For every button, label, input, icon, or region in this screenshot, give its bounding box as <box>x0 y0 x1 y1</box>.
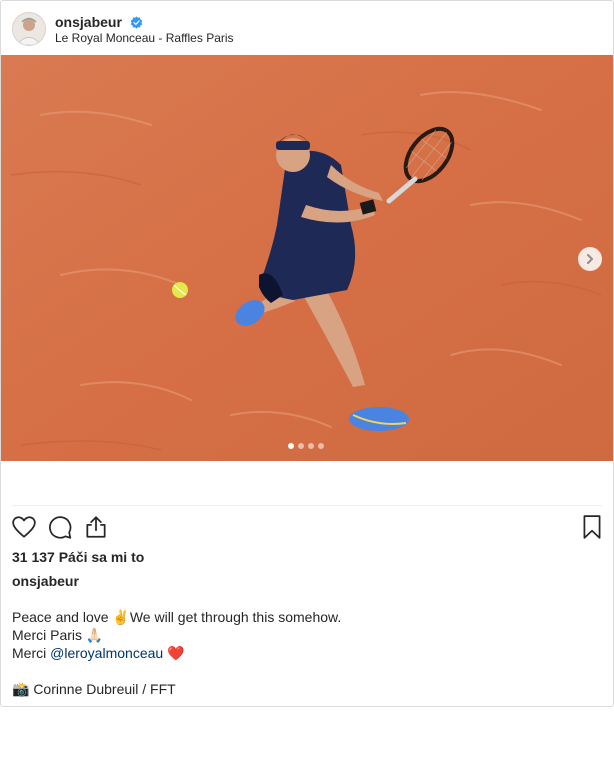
heart-icon[interactable] <box>11 514 37 540</box>
carousel-next-button[interactable] <box>578 247 602 271</box>
verified-badge-icon <box>130 16 143 29</box>
avatar[interactable] <box>12 12 46 46</box>
bookmark-icon[interactable] <box>579 514 605 540</box>
caption-author[interactable]: onsjabeur <box>12 573 79 589</box>
username-text[interactable]: onsjabeur <box>55 14 122 30</box>
instagram-post-card: onsjabeur Le Royal Monceau - Raffles Par… <box>0 0 614 707</box>
comment-icon[interactable] <box>47 514 73 540</box>
location-link[interactable]: Le Royal Monceau - Raffles Paris <box>55 31 234 45</box>
carousel-indicator <box>288 443 324 449</box>
caption-line: 📸 Corinne Dubreuil / FFT <box>12 681 176 697</box>
carousel-dot <box>308 443 314 449</box>
post-photo[interactable] <box>1 55 613 461</box>
share-icon[interactable] <box>83 514 109 540</box>
caption-line: Merci @leroyalmonceau ❤️ <box>12 644 341 662</box>
post-header: onsjabeur Le Royal Monceau - Raffles Par… <box>1 1 613 55</box>
caption-line-prefix: Merci <box>12 645 51 661</box>
carousel-dot <box>318 443 324 449</box>
caption-text: Peace and love ✌️We will get through thi… <box>12 608 341 698</box>
tennis-player-photo <box>1 55 613 461</box>
divider <box>12 505 602 506</box>
caption-line-suffix: ❤️ <box>163 645 185 661</box>
username[interactable]: onsjabeur <box>55 14 143 30</box>
chevron-right-icon <box>587 254 593 264</box>
likes-count[interactable]: 31 137 Páči sa mi to <box>12 549 144 565</box>
caption-line: Peace and love ✌️We will get through thi… <box>12 609 342 625</box>
carousel-dot <box>288 443 294 449</box>
caption-line: Merci Paris 🙏🏻 <box>12 627 104 643</box>
mention-link[interactable]: @leroyalmonceau <box>50 645 163 661</box>
carousel-dot <box>298 443 304 449</box>
